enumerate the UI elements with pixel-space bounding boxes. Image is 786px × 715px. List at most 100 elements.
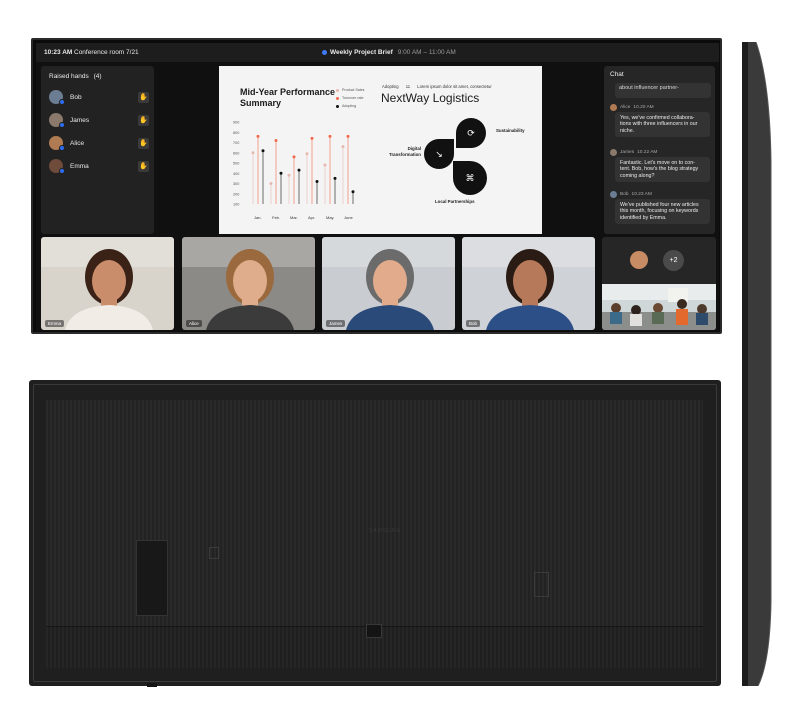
mic-badge-icon <box>59 145 65 151</box>
raised-hand-icon[interactable]: ✋ <box>138 114 149 126</box>
meeting-info[interactable]: Weekly Project Brief 9:00 AM – 11:00 AM <box>322 49 456 56</box>
bottom-connector <box>366 624 382 638</box>
clock: 10:23 AM <box>44 49 73 56</box>
avatar <box>610 148 617 156</box>
display-front: 10:23 AM Conference room 7/21 Weekly Pro… <box>31 38 722 334</box>
legend-swatch <box>336 104 339 108</box>
avatar <box>610 190 617 198</box>
participant-name-label: James <box>326 320 346 327</box>
y-tick-label: 100 <box>233 203 239 207</box>
mic-badge-icon <box>59 99 65 105</box>
participant-video <box>41 237 174 330</box>
product-composite: 10:23 AM Conference room 7/21 Weekly Pro… <box>0 0 786 715</box>
chat-author: James <box>620 149 635 155</box>
chat-title: Chat <box>610 71 624 78</box>
chart-point <box>292 155 296 159</box>
participant-name-label: Emma <box>45 320 65 327</box>
chart-point <box>346 134 350 138</box>
chat-message: Alice 10.20 AM Yes, we've confirmed collab… <box>610 103 714 138</box>
brand-name: NextWay Logistics <box>381 91 480 105</box>
participant-video <box>322 237 455 330</box>
x-tick-label: Apr. <box>308 215 315 220</box>
y-tick-label: 500 <box>233 162 239 166</box>
vesa-mount <box>534 572 549 597</box>
raised-hands-title: Raised hands <box>49 73 89 80</box>
sustainability-label: Sustainability <box>496 128 525 133</box>
digital-transformation-label: Digital Transformation <box>389 146 421 157</box>
participant-name: Bob <box>70 93 82 101</box>
chart-point <box>323 163 327 167</box>
chart-legend: Product Sales Turnover rate Adopting <box>336 86 364 110</box>
participant-video-tile[interactable]: Bob <box>462 237 595 330</box>
avatar <box>610 103 617 111</box>
chat-message: James 10.22 AM Fantastic. Let's move on to… <box>610 148 714 183</box>
local-partnerships-icon: ⌘ <box>453 161 487 195</box>
participant-video <box>462 237 595 330</box>
avatar <box>49 90 65 105</box>
chat-bubble: We've published four new articles this m… <box>615 199 710 225</box>
x-tick-label: June <box>344 215 353 220</box>
chart-point <box>269 182 273 185</box>
raised-hand-row[interactable]: Alice ✋ <box>49 135 149 151</box>
legend-swatch <box>336 96 339 100</box>
chart-point <box>351 190 355 194</box>
y-tick-label: 400 <box>233 172 239 176</box>
raised-hand-row[interactable]: James ✋ <box>49 112 149 128</box>
raised-hands-heading: Raised hands (4) <box>49 73 102 80</box>
chat-message-preview: about influencer partner- <box>615 83 711 98</box>
digital-transformation-icon: ↘ <box>424 139 454 169</box>
y-tick-label: 300 <box>233 182 239 186</box>
x-tick-label: Mar. <box>290 215 298 220</box>
mount-slot <box>209 547 219 559</box>
room-name: Conference room 7/21 <box>74 49 139 56</box>
chart-point <box>310 136 314 140</box>
foot-tab <box>147 683 157 687</box>
performance-chart: 900 800 700 600 500 400 300 200 100 Jan. Feb. Mar. A… <box>233 121 355 220</box>
brand-tag-number: 11 <box>405 84 411 89</box>
overflow-participants-tile[interactable]: +2 <box>602 237 716 330</box>
chart-point <box>287 173 291 177</box>
participant-video-tile[interactable]: Emma <box>41 237 174 330</box>
avatar <box>49 113 65 128</box>
chat-bubble: Fantastic. Let's move on to con-tent. Bo… <box>615 157 710 183</box>
legend-entry: Product Sales <box>336 86 364 94</box>
meeting-room-image <box>602 284 716 330</box>
chat-bubble: Yes, we've confirmed collabora-tions wit… <box>615 112 710 138</box>
y-tick-label: 200 <box>233 192 239 196</box>
local-partnerships-label: Local Partnerships <box>435 199 475 204</box>
chart-point <box>279 171 283 175</box>
raised-hand-icon[interactable]: ✋ <box>138 91 149 103</box>
connector-bay <box>136 540 168 616</box>
participant-video-tile[interactable]: James <box>322 237 455 330</box>
legend-label: Turnover rate <box>342 96 364 100</box>
brand-tagline: Adopting 11 Lorem ipsum dolor sit amet, … <box>382 84 492 89</box>
raised-hand-icon[interactable]: ✋ <box>138 160 149 172</box>
chart-point <box>333 176 337 180</box>
meeting-status-icon <box>322 50 327 55</box>
raised-hand-row[interactable]: Emma ✋ <box>49 158 149 174</box>
avatar <box>630 251 648 269</box>
raised-hand-row[interactable]: Bob ✋ <box>49 89 149 105</box>
x-tick-label: May. <box>326 215 334 220</box>
participant-name-label: Alice <box>186 320 202 327</box>
chat-panel: Chat about influencer partner- Alice 10.2… <box>604 66 715 234</box>
display-back: SAMSUNG <box>29 380 721 687</box>
chat-time: 10.20 AM <box>633 104 654 110</box>
mic-badge-icon <box>59 168 65 174</box>
x-tick-label: Jan. <box>254 215 262 220</box>
chart-point <box>274 138 278 142</box>
legend-label: Adopting <box>342 104 357 108</box>
meeting-title: Weekly Project Brief <box>330 49 393 56</box>
more-participants-count[interactable]: +2 <box>663 250 684 271</box>
brand-tag-label: Adopting <box>382 84 399 89</box>
y-tick-label: 600 <box>233 151 239 155</box>
chat-time: 10.22 AM <box>637 149 658 155</box>
chart-point <box>297 168 301 172</box>
raised-hand-icon[interactable]: ✋ <box>138 137 149 149</box>
participant-name: James <box>70 116 90 124</box>
raised-hands-count: (4) <box>93 73 102 80</box>
meeting-screen: 10:23 AM Conference room 7/21 Weekly Pro… <box>36 43 719 331</box>
participant-video-tile[interactable]: Alice <box>182 237 315 330</box>
chat-message-meta: James 10.22 AM <box>610 148 714 156</box>
avatar <box>49 136 65 151</box>
